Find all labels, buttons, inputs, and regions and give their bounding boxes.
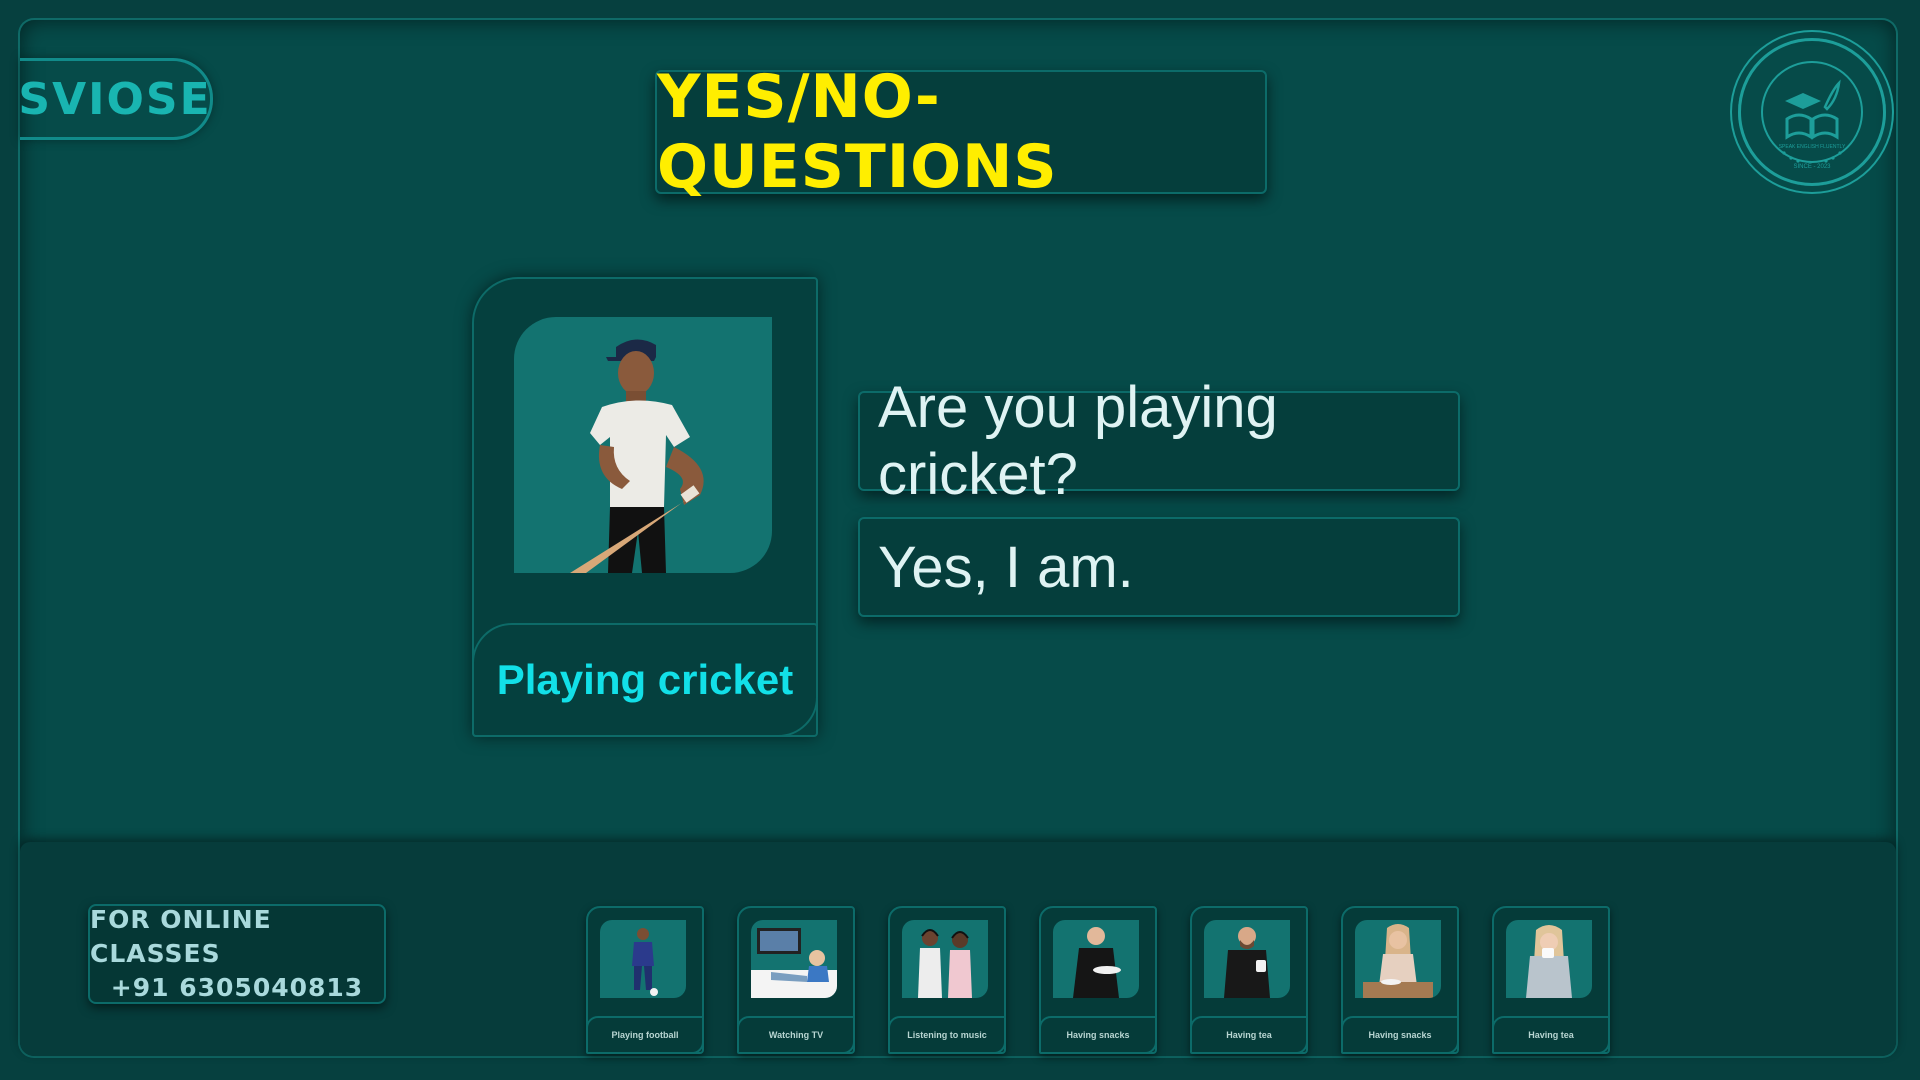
thumbnail-label: Listening to music	[888, 1016, 1006, 1054]
snacks-photo-icon	[1355, 920, 1441, 998]
thumbnail-label: Having tea	[1190, 1016, 1308, 1054]
activity-card: Playing cricket	[472, 277, 818, 737]
svg-text:SINCE - 2023: SINCE - 2023	[1793, 164, 1831, 170]
thumbnail-card[interactable]: Having snacks	[1341, 906, 1459, 1054]
tea-photo-icon	[1204, 920, 1290, 998]
brand-logo: SVIOSE	[18, 58, 213, 140]
listening-music-photo-icon	[902, 920, 988, 998]
thumbnail-card[interactable]: Having tea	[1492, 906, 1610, 1054]
thumbnail-label: Having snacks	[1341, 1016, 1459, 1054]
cricket-player-photo-icon	[514, 317, 772, 573]
contact-phone: +91 6305040813	[110, 973, 364, 1002]
contact-line-1: FOR ONLINE CLASSES	[90, 905, 272, 968]
thumbnail-card[interactable]: Having snacks	[1039, 906, 1157, 1054]
title-box: YES/NO-QUESTIONS	[655, 62, 1267, 202]
thumbnail-card[interactable]: Watching TV	[737, 906, 855, 1054]
thumbnail-label: Playing football	[586, 1016, 704, 1054]
question-box: Are you playing cricket?	[858, 375, 1460, 507]
answer-text: Yes, I am.	[878, 534, 1134, 600]
svg-text:SPEAK ENGLISH FLUENTLY: SPEAK ENGLISH FLUENTLY	[1779, 144, 1846, 150]
thumbnail-card[interactable]: Playing football	[586, 906, 704, 1054]
thumbnail-label: Having snacks	[1039, 1016, 1157, 1054]
tea-photo-icon	[1506, 920, 1592, 998]
watching-tv-photo-icon	[751, 920, 837, 998]
snacks-photo-icon	[1053, 920, 1139, 998]
page-title: YES/NO-QUESTIONS	[657, 62, 1058, 202]
thumbnail-label: Watching TV	[737, 1016, 855, 1054]
question-text: Are you playing cricket?	[878, 375, 1278, 507]
thumbnail-label: Having tea	[1492, 1016, 1610, 1054]
contact-box: FOR ONLINE CLASSES +91 6305040813	[88, 904, 386, 1004]
thumbnail-card[interactable]: Having tea	[1190, 906, 1308, 1054]
brand-logo-text: SVIOSE	[18, 73, 212, 125]
thumbnail-card[interactable]: Listening to music	[888, 906, 1006, 1054]
school-badge-icon: SPEAK ENGLISH FLUENTLY SINCE - 2023	[1738, 38, 1886, 186]
answer-box: Yes, I am.	[858, 517, 1460, 617]
activity-label-text: Playing cricket	[496, 656, 794, 703]
football-player-photo-icon	[600, 920, 686, 998]
activity-card-label: Playing cricket	[472, 623, 818, 737]
school-badge-graphic: SPEAK ENGLISH FLUENTLY SINCE - 2023	[1761, 61, 1863, 170]
